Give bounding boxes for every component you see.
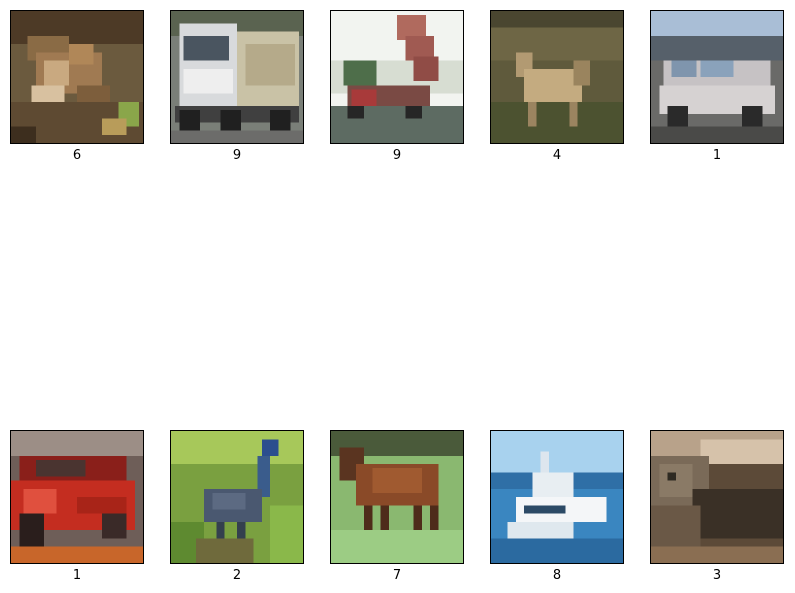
image-label: 7 — [392, 568, 402, 583]
image-bird — [170, 430, 304, 564]
image-cat — [650, 430, 784, 564]
grid-cell: 4 — [490, 10, 624, 166]
grid-cell: 6 — [10, 10, 144, 166]
image-dump-truck — [330, 10, 464, 144]
image-label: 2 — [232, 568, 242, 583]
image-label: 3 — [712, 568, 722, 583]
grid-cell: 1 — [10, 430, 144, 586]
image-red-car — [10, 430, 144, 564]
grid-cell: 8 — [490, 430, 624, 586]
grid-cell: 3 — [650, 430, 784, 586]
grid-cell: 9 — [170, 10, 304, 166]
grid-cell: 2 — [170, 430, 304, 586]
image-boat — [490, 430, 624, 564]
grid-cell: 1 — [650, 10, 784, 166]
image-label: 9 — [232, 148, 242, 163]
image-truck — [170, 10, 304, 144]
image-deer — [490, 10, 624, 144]
image-car — [650, 10, 784, 144]
image-label: 9 — [392, 148, 402, 163]
image-label: 4 — [552, 148, 562, 163]
image-label: 6 — [72, 148, 82, 163]
image-label: 8 — [552, 568, 562, 583]
image-horse — [330, 430, 464, 564]
image-frog — [10, 10, 144, 144]
image-label: 1 — [72, 568, 82, 583]
grid-cell: 9 — [330, 10, 464, 166]
grid-cell: 7 — [330, 430, 464, 586]
image-label: 1 — [712, 148, 722, 163]
